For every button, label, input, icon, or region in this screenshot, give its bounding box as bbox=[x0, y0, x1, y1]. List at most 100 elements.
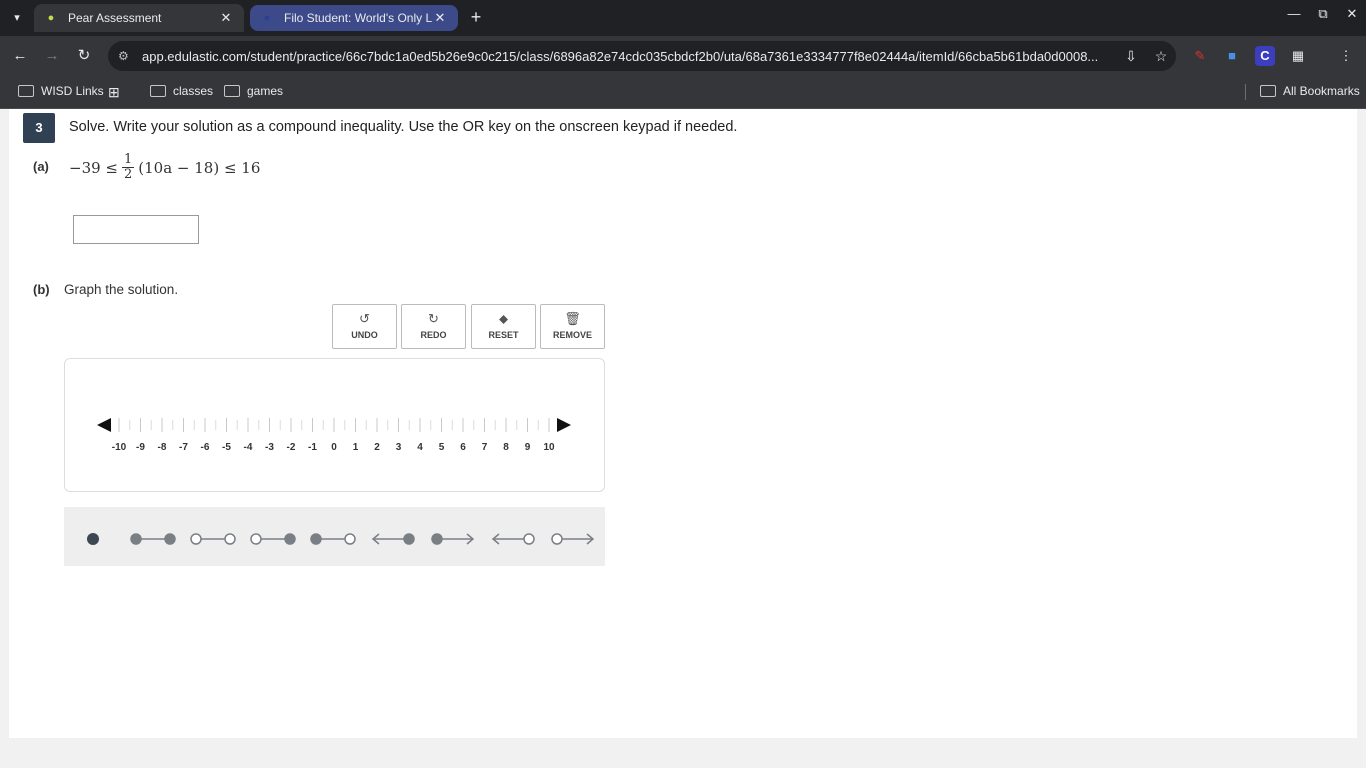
closed-dot bbox=[130, 533, 142, 545]
point-dot bbox=[87, 533, 99, 545]
closed-dot bbox=[164, 533, 176, 545]
tab-title: Filo Student: World's Only Live bbox=[284, 11, 432, 25]
close-window-icon[interactable]: ✕ bbox=[1342, 6, 1362, 22]
math-left: −39 ≤ bbox=[69, 158, 118, 177]
forward-icon[interactable]: → bbox=[41, 45, 63, 67]
math-fraction: 1 2 bbox=[122, 152, 135, 182]
pen-extension-icon[interactable]: ✎ bbox=[1190, 46, 1210, 66]
open-dot bbox=[250, 533, 262, 545]
tick-label: -4 bbox=[244, 442, 253, 453]
tool-segment-closed-open[interactable] bbox=[310, 533, 356, 545]
answer-input[interactable] bbox=[73, 215, 199, 244]
right-arrow-icon bbox=[557, 418, 571, 432]
tab-search-icon[interactable]: ▾ bbox=[6, 6, 28, 28]
tick-label: 4 bbox=[417, 442, 423, 453]
math-right: (10a − 18) ≤ 16 bbox=[138, 158, 261, 177]
tick-label: -8 bbox=[158, 442, 167, 453]
tool-ray-left-open[interactable] bbox=[491, 533, 535, 545]
extension-icon[interactable]: ■ bbox=[1222, 46, 1242, 66]
closed-dot bbox=[431, 533, 443, 545]
bookmark-label: WISD Links bbox=[41, 84, 104, 98]
closed-dot bbox=[284, 533, 296, 545]
minimize-icon[interactable]: — bbox=[1284, 6, 1304, 21]
tick-label: 3 bbox=[396, 442, 402, 453]
bookmark-label: games bbox=[247, 84, 284, 98]
part-b-prompt: Graph the solution. bbox=[64, 282, 179, 297]
tick-label: 5 bbox=[439, 442, 445, 453]
reload-icon[interactable]: ↻ bbox=[73, 45, 95, 67]
apps-grid-icon[interactable]: ⊞ bbox=[108, 84, 120, 101]
redo-icon: ↻ bbox=[428, 311, 439, 326]
open-dot bbox=[344, 533, 356, 545]
open-dot bbox=[190, 533, 202, 545]
close-tab-icon[interactable]: ✕ bbox=[218, 10, 234, 26]
folder-icon bbox=[224, 85, 240, 97]
palette-svg bbox=[87, 533, 595, 545]
tick-label: 0 bbox=[331, 442, 337, 453]
left-arrow-icon bbox=[97, 418, 111, 432]
tick-label: -2 bbox=[287, 442, 296, 453]
tool-point[interactable] bbox=[87, 533, 99, 545]
number-line-panel[interactable]: -10 -9 -8 -7 -6 -5 -4 -3 -2 -1 0 1 2 3 4 5 6 7 8 9 10 bbox=[64, 358, 605, 492]
open-dot bbox=[224, 533, 236, 545]
tick-label: -10 bbox=[112, 442, 127, 453]
new-tab-icon[interactable]: + bbox=[466, 8, 486, 28]
c-extension-icon[interactable]: C bbox=[1255, 46, 1275, 66]
tool-ray-left-closed[interactable] bbox=[371, 533, 415, 545]
filo-favicon-icon: ● bbox=[263, 12, 271, 24]
tab-pear-assessment[interactable]: ● Pear Assessment ✕ bbox=[34, 4, 244, 32]
question-prompt: Solve. Write your solution as a compound… bbox=[69, 119, 738, 135]
bookmark-wisd-links[interactable]: WISD Links bbox=[18, 84, 104, 98]
inequality-expression: −39 ≤ 1 2 (10a − 18) ≤ 16 bbox=[69, 153, 260, 182]
bookmark-classes[interactable]: classes bbox=[150, 84, 213, 98]
folder-icon bbox=[150, 85, 166, 97]
remove-button[interactable]: 🗑 REMOVE bbox=[540, 304, 605, 349]
bookmark-star-icon[interactable]: ☆ bbox=[1146, 48, 1176, 65]
url-text: app.edulastic.com/student/practice/66c7b… bbox=[142, 48, 1099, 64]
tick-label: -9 bbox=[136, 442, 145, 453]
reset-button[interactable]: ⬥ RESET bbox=[471, 304, 536, 349]
tick-label: 10 bbox=[543, 442, 555, 453]
puzzle-extensions-icon[interactable]: ▦ bbox=[1288, 46, 1308, 66]
tool-ray-right-closed[interactable] bbox=[431, 533, 475, 545]
redo-label: REDO bbox=[420, 330, 447, 340]
tick-label: 1 bbox=[353, 442, 359, 453]
bookmark-games[interactable]: games bbox=[224, 84, 283, 98]
part-a-label: (a) bbox=[33, 159, 49, 174]
undo-button[interactable]: ↺ UNDO bbox=[332, 304, 397, 349]
fraction-numerator: 1 bbox=[122, 152, 135, 168]
all-bookmarks[interactable]: All Bookmarks bbox=[1260, 84, 1360, 98]
undo-label: UNDO bbox=[351, 330, 378, 340]
tool-segment-closed-closed[interactable] bbox=[130, 533, 176, 545]
menu-kebab-icon[interactable]: ⋮ bbox=[1336, 46, 1356, 66]
number-line[interactable]: -10 -9 -8 -7 -6 -5 -4 -3 -2 -1 0 1 2 3 4 5 6 7 8 9 10 bbox=[65, 359, 606, 493]
tool-segment-open-open[interactable] bbox=[190, 533, 236, 545]
open-dot bbox=[551, 533, 563, 545]
question-page: 3 Solve. Write your solution as a compou… bbox=[9, 109, 1357, 738]
site-info-icon[interactable]: ⚙ bbox=[118, 49, 138, 63]
bookmarks-bar: WISD Links ⊞ classes games All Bookmarks bbox=[0, 76, 1366, 109]
tick-label: -3 bbox=[265, 442, 274, 453]
restore-icon[interactable]: ⧉ bbox=[1313, 6, 1333, 22]
bookmark-label: All Bookmarks bbox=[1283, 84, 1360, 98]
install-app-icon[interactable]: ⇩ bbox=[1116, 48, 1146, 65]
tool-segment-open-closed[interactable] bbox=[250, 533, 296, 545]
part-b-label: (b) bbox=[33, 282, 50, 297]
pear-favicon-icon: ● bbox=[47, 12, 55, 24]
tick-label: 8 bbox=[503, 442, 509, 453]
folder-icon bbox=[1260, 85, 1276, 97]
redo-button[interactable]: ↻ REDO bbox=[401, 304, 466, 349]
remove-label: REMOVE bbox=[552, 330, 592, 340]
tick-label: -6 bbox=[201, 442, 210, 453]
eraser-icon: ⬥ bbox=[498, 311, 509, 326]
graph-tool-palette bbox=[64, 507, 605, 566]
tab-title: Pear Assessment bbox=[68, 11, 162, 25]
folder-icon bbox=[18, 85, 34, 97]
tab-filo-student[interactable]: ● Filo Student: World's Only Live ✕ bbox=[250, 5, 458, 31]
closed-dot bbox=[403, 533, 415, 545]
close-tab-icon[interactable]: ✕ bbox=[432, 10, 448, 26]
tick-label: 7 bbox=[482, 442, 488, 453]
address-bar[interactable]: ⚙ app.edulastic.com/student/practice/66c… bbox=[108, 41, 1176, 71]
tool-ray-right-open[interactable] bbox=[551, 533, 595, 545]
back-icon[interactable]: ← bbox=[9, 45, 31, 67]
